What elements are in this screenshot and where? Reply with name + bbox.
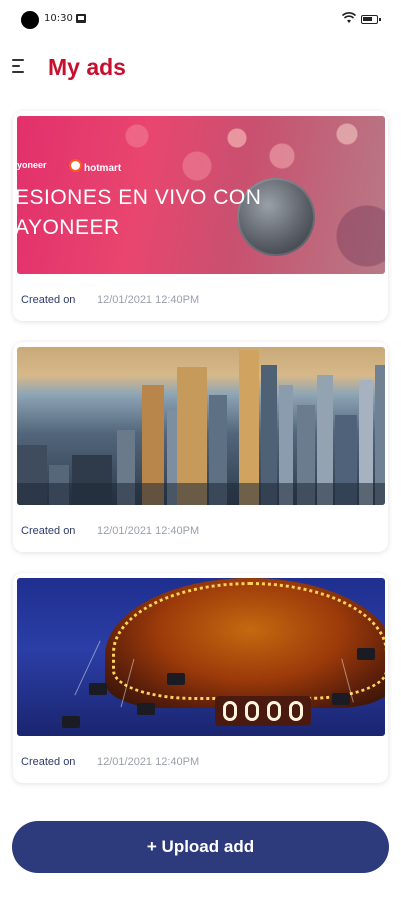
ad-headline: AYONEER: [17, 216, 120, 239]
ad-image[interactable]: [17, 578, 385, 736]
ad-brand-logo: hotmart: [69, 159, 121, 174]
created-date: 12/01/2021 12:40PM: [97, 525, 200, 537]
ad-card[interactable]: Created on 12/01/2021 12:40PM: [13, 573, 388, 783]
ad-card[interactable]: Created on 12/01/2021 12:40PM: [13, 342, 388, 552]
created-date: 12/01/2021 12:40PM: [97, 756, 200, 768]
created-label: Created on: [21, 294, 76, 306]
upload-ad-button[interactable]: + Upload add: [12, 821, 389, 873]
status-time: 10:30: [44, 13, 73, 24]
created-label: Created on: [21, 756, 76, 768]
wifi-icon: [342, 12, 356, 23]
page-title: My ads: [48, 54, 126, 80]
ad-image[interactable]: [17, 347, 385, 505]
created-date: 12/01/2021 12:40PM: [97, 294, 200, 306]
menu-icon[interactable]: [12, 58, 30, 76]
notification-app-icon: [76, 14, 86, 23]
ad-headline: ESIONES EN VIVO CON: [17, 186, 262, 209]
ad-card[interactable]: yoneer hotmart ESIONES EN VIVO CON AYONE…: [13, 111, 388, 321]
created-label: Created on: [21, 525, 76, 537]
header: My ads: [0, 48, 401, 88]
ad-logo-text: yoneer: [17, 160, 47, 170]
status-bar: 10:30: [0, 0, 401, 38]
battery-icon: [361, 15, 381, 24]
ad-image[interactable]: yoneer hotmart ESIONES EN VIVO CON AYONE…: [17, 116, 385, 274]
camera-cutout: [21, 11, 39, 29]
